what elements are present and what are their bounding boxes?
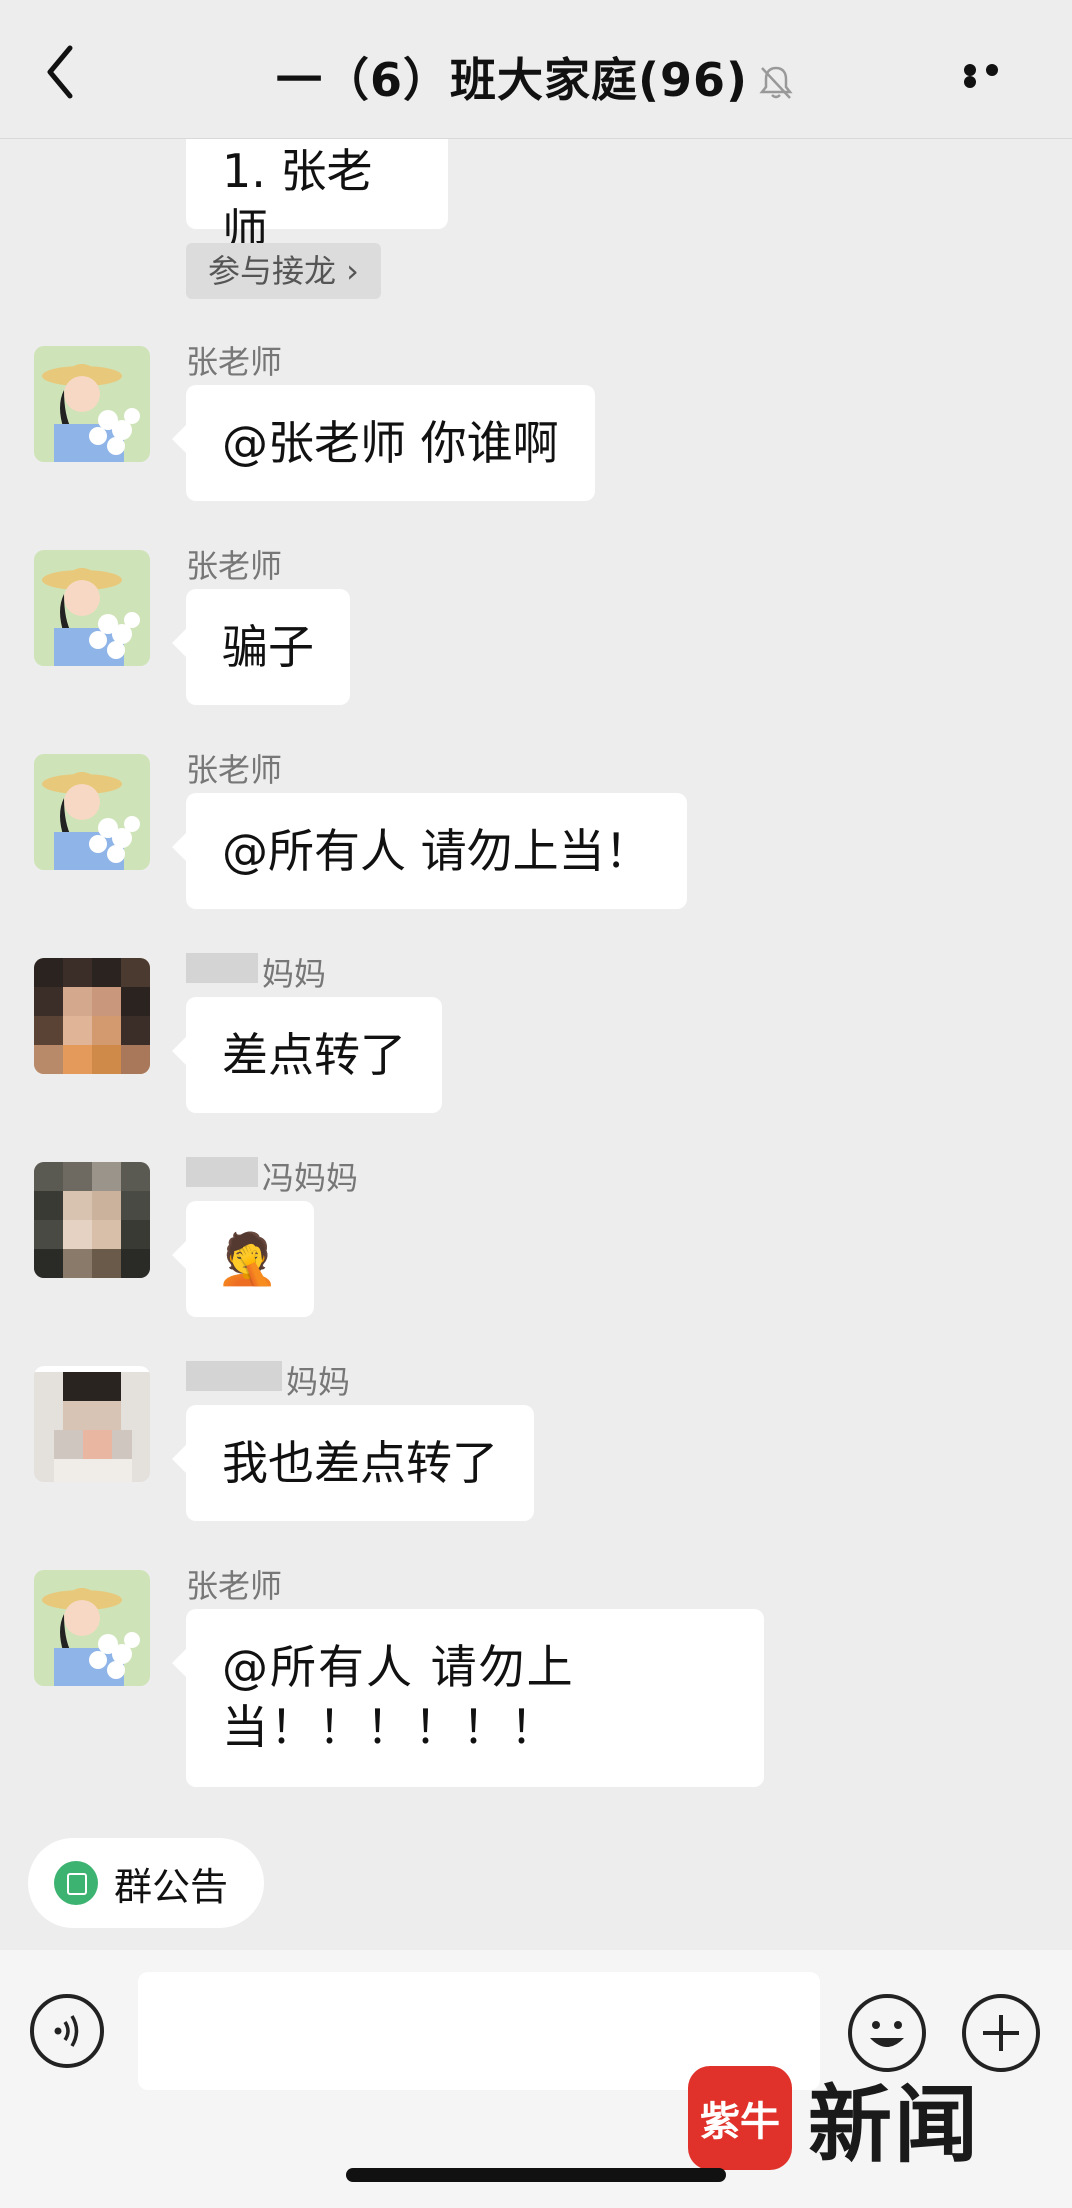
sender-name: 妈妈 bbox=[262, 955, 327, 993]
avatar[interactable] bbox=[34, 550, 150, 666]
sender-name: 妈妈 bbox=[286, 1363, 351, 1401]
sender-name: 张老师 bbox=[186, 751, 283, 789]
voice-icon[interactable] bbox=[30, 1994, 104, 2068]
watermark-text: 新闻 bbox=[808, 2074, 981, 2174]
message-text: 我也差点转了 bbox=[222, 1436, 498, 1490]
blurred-name-prefix bbox=[186, 953, 258, 983]
chat-title: 一（6）班大家庭(96) bbox=[275, 53, 749, 107]
message-bubble[interactable]: @张老师 你谁啊 bbox=[172, 385, 595, 501]
message-bubble[interactable]: 差点转了 bbox=[172, 997, 442, 1113]
message-list[interactable]: 1. 张老师 参与接龙 › 张老师 @张老师 你谁啊 张老师 骗子 张老师 @所… bbox=[0, 139, 1072, 1815]
group-announcement-button[interactable]: 群公告 bbox=[28, 1838, 265, 1928]
sender-name: 张老师 bbox=[186, 547, 283, 585]
bell-muted-icon bbox=[759, 66, 793, 99]
announcement-label: 群公告 bbox=[114, 1864, 229, 1909]
message-text: @所有人 请勿上当！ bbox=[222, 824, 651, 878]
avatar[interactable] bbox=[34, 754, 150, 870]
home-indicator[interactable] bbox=[346, 2168, 726, 2182]
avatar[interactable] bbox=[34, 1366, 150, 1482]
message-bubble: 1. 张老师 bbox=[186, 139, 448, 258]
facepalm-emoji: 🤦 bbox=[216, 1230, 279, 1288]
join-relay-button[interactable]: 参与接龙 › bbox=[186, 243, 381, 299]
announcement-icon bbox=[54, 1861, 98, 1905]
avatar[interactable] bbox=[34, 346, 150, 462]
watermark-logo: 紫牛 bbox=[688, 2066, 792, 2170]
sender-name: 张老师 bbox=[186, 343, 283, 381]
chat-title-wrap: 一（6）班大家庭(96) bbox=[0, 44, 1072, 110]
message-text: @所有人 请勿上当！！！！！！ bbox=[222, 1640, 575, 1754]
watermark: 紫牛 新闻 bbox=[688, 2066, 980, 2174]
sender-name: 冯妈妈 bbox=[262, 1159, 359, 1197]
message-bubble[interactable]: @所有人 请勿上当！！！！！！ bbox=[172, 1609, 764, 1787]
message-bubble[interactable]: 骗子 bbox=[172, 589, 350, 705]
avatar[interactable] bbox=[34, 1570, 150, 1686]
more-dots-icon[interactable] bbox=[964, 64, 1024, 88]
message-bubble[interactable]: @所有人 请勿上当！ bbox=[172, 793, 687, 909]
message-text: 骗子 bbox=[222, 620, 314, 674]
blurred-name-prefix bbox=[186, 1361, 282, 1391]
chat-header: 一（6）班大家庭(96) bbox=[0, 0, 1072, 139]
message-text: 差点转了 bbox=[222, 1028, 406, 1082]
blurred-name-prefix bbox=[186, 1157, 258, 1187]
message-text: @张老师 你谁啊 bbox=[222, 416, 559, 470]
sender-name: 张老师 bbox=[186, 1567, 283, 1605]
avatar[interactable] bbox=[34, 1162, 150, 1278]
message-bubble[interactable]: 🤦 bbox=[172, 1201, 314, 1317]
avatar[interactable] bbox=[34, 958, 150, 1074]
message-bubble[interactable]: 我也差点转了 bbox=[172, 1405, 534, 1521]
message-text: 1. 张老师 bbox=[222, 144, 373, 258]
